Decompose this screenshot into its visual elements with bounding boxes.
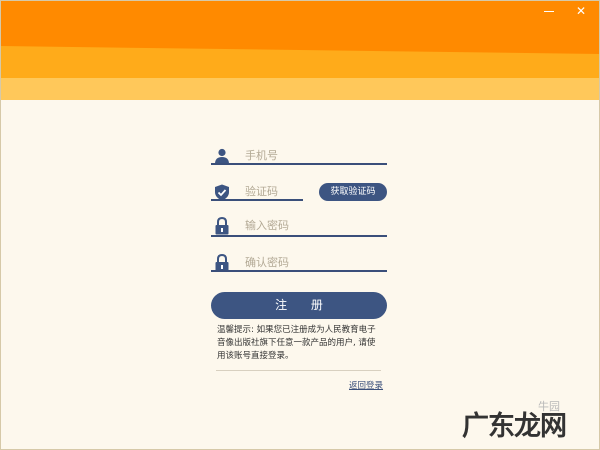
notice-text: 温馨提示: 如果您已注册成为人民教育电子音像出版社旗下任意一款产品的用户, 请使… xyxy=(217,325,376,361)
confirm-underline xyxy=(211,270,387,272)
code-underline xyxy=(211,199,303,201)
back-to-login-link[interactable]: 返回登录 xyxy=(349,379,383,391)
lock-icon xyxy=(211,215,233,237)
password-row xyxy=(211,215,385,237)
close-button[interactable]: ✕ xyxy=(572,4,590,18)
password-input[interactable] xyxy=(245,216,385,236)
register-button[interactable]: 注 册 xyxy=(211,292,387,319)
close-icon: ✕ xyxy=(575,4,587,18)
password-underline xyxy=(211,235,387,237)
minimize-button[interactable] xyxy=(540,4,558,18)
divider xyxy=(216,370,381,371)
minimize-icon xyxy=(544,11,554,12)
phone-underline xyxy=(211,163,387,165)
watermark: 广东龙网 牛园 xyxy=(462,400,567,443)
header-banner xyxy=(0,0,600,120)
header-band-dark xyxy=(0,0,600,54)
window-controls: ✕ xyxy=(540,4,590,18)
get-code-button[interactable]: 获取验证码 xyxy=(319,183,387,201)
watermark-secondary: 牛园 xyxy=(538,400,560,413)
